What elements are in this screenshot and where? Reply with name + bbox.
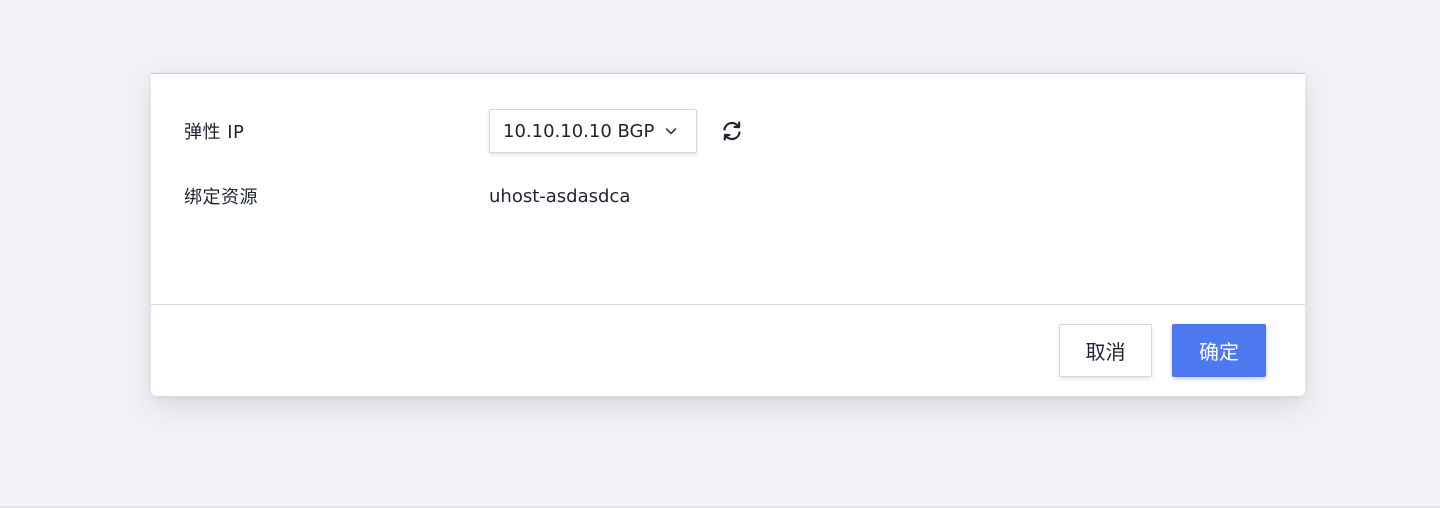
eip-select[interactable]: 10.10.10.10 BGP <box>489 109 697 153</box>
refresh-icon[interactable] <box>719 118 745 144</box>
resource-row: 绑定资源 uhost-asdasdca <box>151 178 1305 214</box>
footer-divider <box>151 304 1305 305</box>
cancel-button[interactable]: 取消 <box>1059 324 1152 377</box>
eip-select-value: 10.10.10.10 BGP <box>503 120 655 142</box>
resource-value-area: uhost-asdasdca <box>489 186 630 207</box>
resource-value: uhost-asdasdca <box>489 185 631 207</box>
eip-label: 弹性 IP <box>184 122 245 143</box>
dialog-footer: 取消 确定 <box>1059 324 1266 377</box>
resource-label: 绑定资源 <box>184 187 258 208</box>
eip-row: 弹性 IP 10.10.10.10 BGP <box>151 108 1305 154</box>
bind-eip-dialog: 弹性 IP 10.10.10.10 BGP 绑定资源 uhost-asdasdc… <box>151 73 1305 396</box>
confirm-button[interactable]: 确定 <box>1172 324 1266 377</box>
chevron-down-icon <box>664 124 678 138</box>
eip-value-area: 10.10.10.10 BGP <box>489 109 745 153</box>
